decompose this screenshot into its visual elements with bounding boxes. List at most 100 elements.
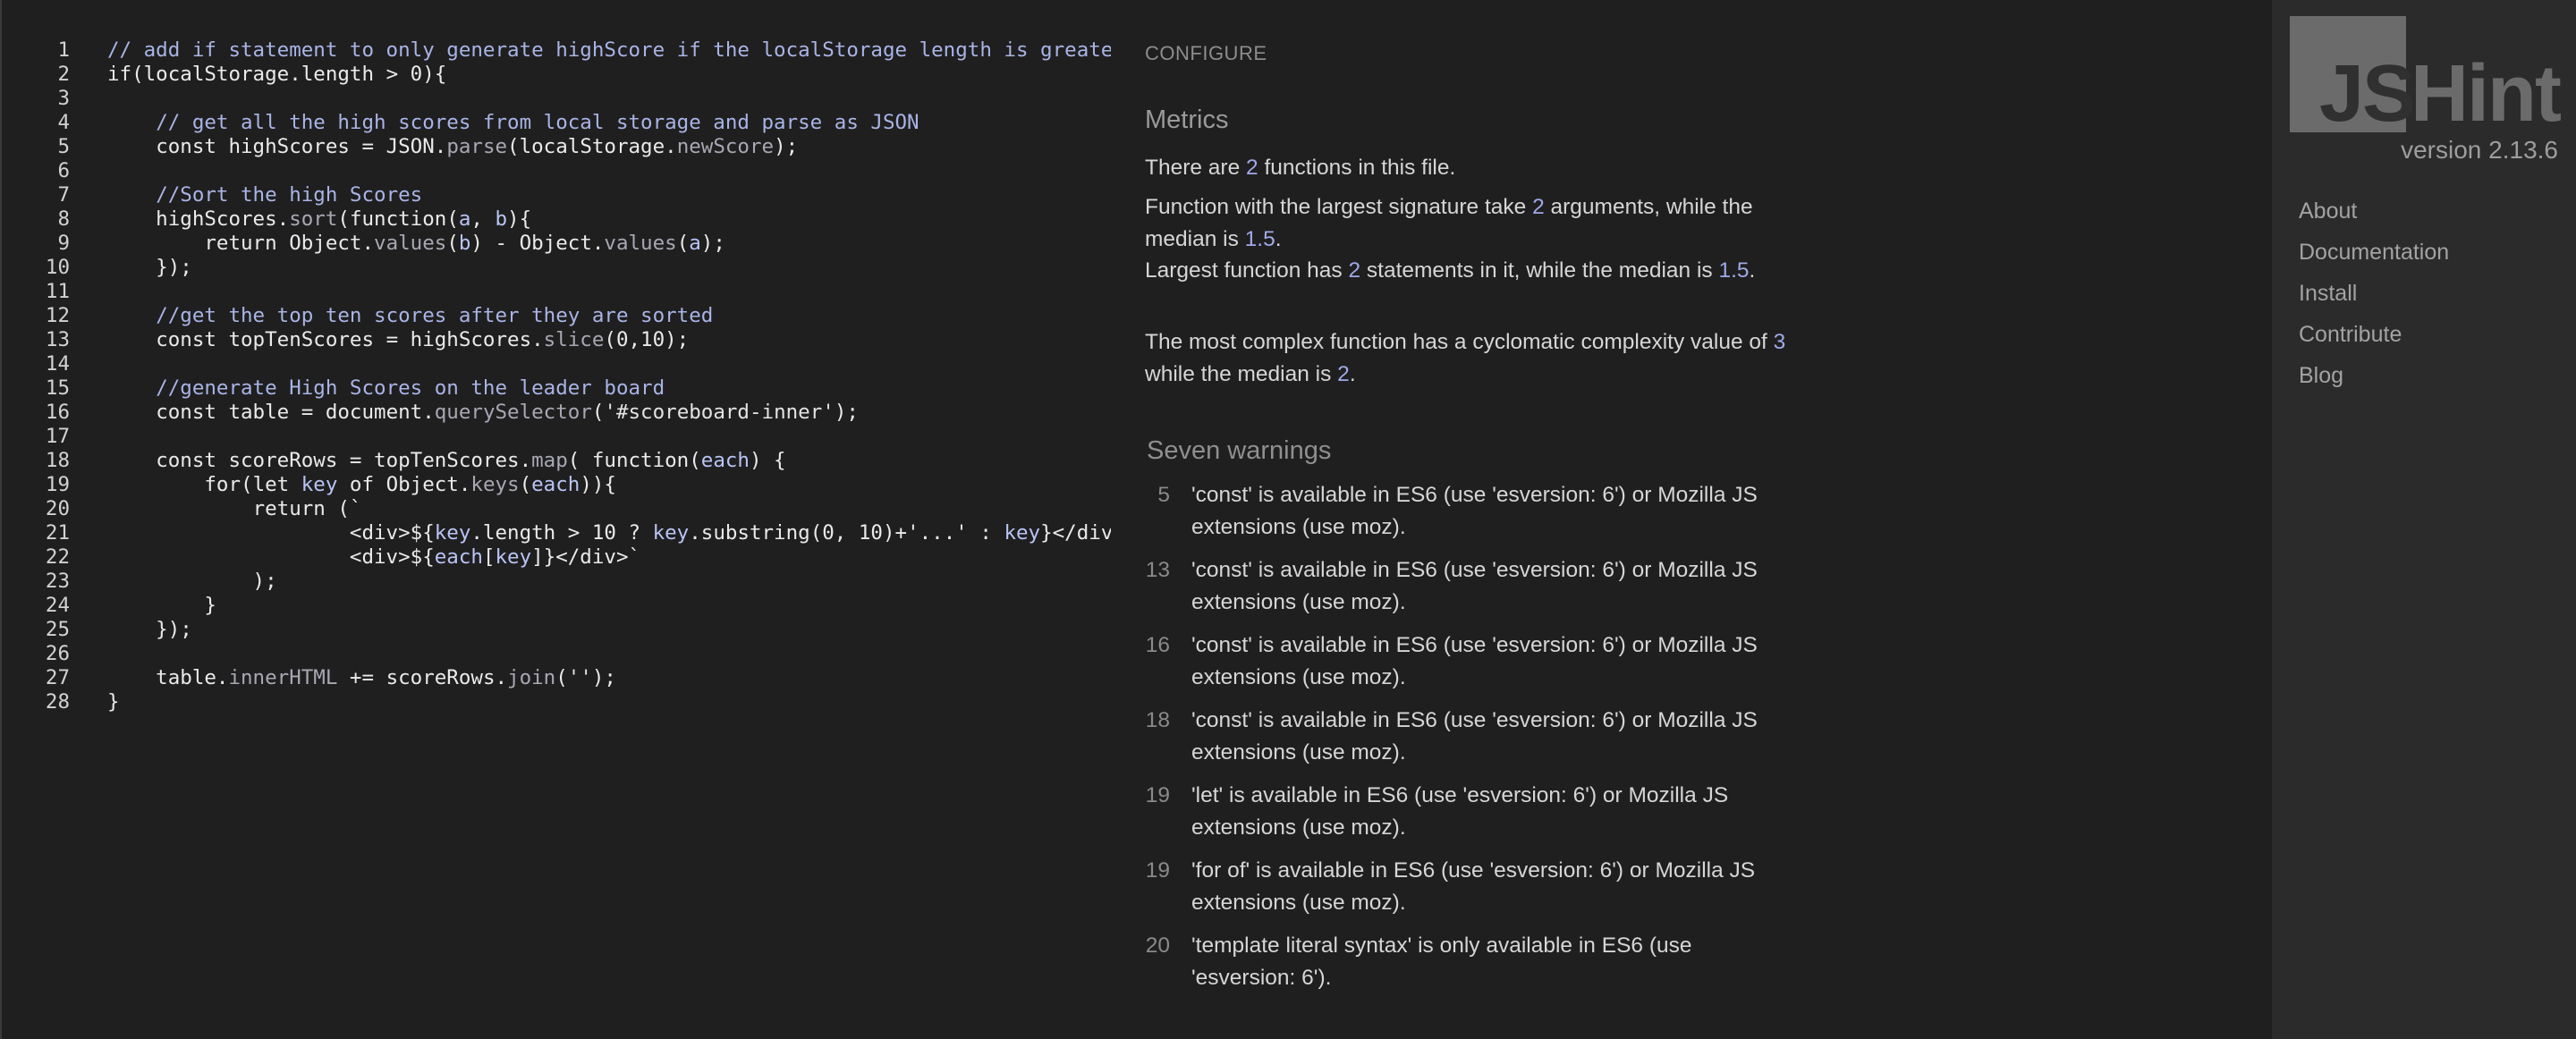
code-token: of Object. <box>337 473 471 496</box>
metric-text: statements in it, while the median is <box>1360 258 1719 283</box>
nav-link-install[interactable]: Install <box>2299 279 2449 320</box>
code-token: querySelector <box>434 401 592 424</box>
code-text: }); <box>70 618 192 642</box>
warnings-heading: Seven warnings <box>1147 436 1332 465</box>
code-token: ( <box>446 232 459 255</box>
line-number: 3 <box>57 87 70 110</box>
warning-text: 'const' is available in ES6 (use 'esvers… <box>1191 633 1758 689</box>
warning-item: 5 'const' is available in ES6 (use 'esver… <box>1145 479 1789 554</box>
code-text: //generate High Scores on the leader boa… <box>70 376 665 401</box>
logo-hint-text: Hint <box>2411 49 2562 139</box>
code-token: values <box>604 232 677 255</box>
code-token: innerHTML <box>228 666 338 689</box>
code-token: ) { <box>749 449 786 472</box>
line-number: 17 <box>45 425 70 448</box>
code-token: key <box>1004 521 1041 545</box>
code-text: //Sort the high Scores <box>70 183 422 207</box>
code-token: ]}</div>` <box>531 545 641 569</box>
line-number: 19 <box>45 473 70 496</box>
line-number: 23 <box>45 570 70 593</box>
code-token: table = document. <box>216 401 435 424</box>
code-line: 18 const scoreRows = topTenScores.map( f… <box>2 449 1111 473</box>
line-number: 12 <box>45 304 70 327</box>
code-line: 26 <box>2 642 1111 666</box>
line-number: 25 <box>45 618 70 641</box>
code-text: const table = document.querySelector('#s… <box>70 401 859 425</box>
code-text: } <box>70 594 216 618</box>
nav-link-documentation[interactable]: Documentation <box>2299 238 2449 279</box>
code-token: ); <box>107 570 277 593</box>
line-number: 9 <box>57 232 70 255</box>
code-token: ( <box>519 473 532 496</box>
code-token: Object. <box>276 232 375 255</box>
code-line: 10 }); <box>2 256 1111 280</box>
code-line: 22 <div>${each[key]}</div>` <box>2 545 1111 570</box>
code-text: return Object.values(b) - Object.values(… <box>70 232 725 256</box>
code-token: return <box>252 497 326 520</box>
code-token: key <box>434 521 471 545</box>
code-token: (0,10); <box>604 328 690 351</box>
code-line: 13 const topTenScores = highScores.slice… <box>2 328 1111 352</box>
code-line: 12 //get the top ten scores after they a… <box>2 304 1111 328</box>
code-lines[interactable]: 1 // add if statement to only generate hi… <box>2 38 1111 714</box>
warning-item: 13 'const' is available in ES6 (use 'esve… <box>1145 554 1789 629</box>
nav-link-contribute[interactable]: Contribute <box>2299 320 2449 361</box>
code-token: // add if statement to only generate hig… <box>107 38 1111 62</box>
code-editor[interactable]: 1 // add if statement to only generate hi… <box>0 0 1127 1039</box>
code-token: , <box>470 207 496 231</box>
line-number: 27 <box>45 666 70 689</box>
code-token: b <box>495 207 508 231</box>
metric-text: . <box>1275 227 1282 251</box>
metric-text: functions in this file. <box>1258 156 1456 180</box>
code-token: //Sort the high Scores <box>156 183 423 207</box>
nav-link-blog[interactable]: Blog <box>2299 361 2449 402</box>
line-number: 6 <box>57 159 70 182</box>
code-token: }</div> <box>1040 521 1111 545</box>
code-text: ); <box>70 570 277 594</box>
line-number: 20 <box>45 497 70 520</box>
code-token: const <box>156 401 216 424</box>
code-token: const <box>156 135 216 158</box>
metric-number: 1.5 <box>1244 227 1275 251</box>
code-line: 21 <div>${key.length > 10 ? key.substrin… <box>2 521 1111 545</box>
code-token: .substring(0, 10)+'...' : <box>689 521 1004 545</box>
configure-link[interactable]: CONFIGURE <box>1145 42 1267 65</box>
code-token: } <box>107 690 120 714</box>
code-token: ( <box>689 449 701 472</box>
code-token: localStorage <box>143 63 290 86</box>
code-token: join <box>507 666 556 689</box>
code-token: '#scoreboard-inner' <box>604 401 835 424</box>
code-line: 17 <box>2 425 1111 449</box>
code-text: const topTenScores = highScores.slice(0,… <box>70 328 689 352</box>
code-text: const scoreRows = topTenScores.map( func… <box>70 449 786 473</box>
code-token: ( <box>131 63 144 86</box>
code-token: b <box>458 232 471 255</box>
warning-text: 'let' is available in ES6 (use 'esversio… <box>1191 783 1729 840</box>
code-text: <div>${each[key]}</div>` <box>70 545 640 570</box>
code-token: //get the top ten scores after they are … <box>156 304 714 327</box>
code-line: 15 //generate High Scores on the leader … <box>2 376 1111 401</box>
code-token: values <box>374 232 447 255</box>
code-line: 6 <box>2 159 1111 183</box>
code-token: . <box>289 63 301 86</box>
code-token: length <box>301 63 375 86</box>
warning-line-number: 19 <box>1145 858 1170 883</box>
warning-item: 18 'const' is available in ES6 (use 'esve… <box>1145 705 1789 780</box>
line-number: 10 <box>45 256 70 279</box>
code-token: ); <box>834 401 859 424</box>
code-text: //get the top ten scores after they are … <box>70 304 713 328</box>
code-token: // get all the high scores from local st… <box>156 111 919 134</box>
nav-link-about[interactable]: About <box>2299 197 2449 238</box>
code-token: scoreRows = topTenScores. <box>216 449 532 472</box>
code-line: 11 <box>2 280 1111 304</box>
code-token: > 0){ <box>374 63 447 86</box>
code-token: return <box>204 232 277 255</box>
